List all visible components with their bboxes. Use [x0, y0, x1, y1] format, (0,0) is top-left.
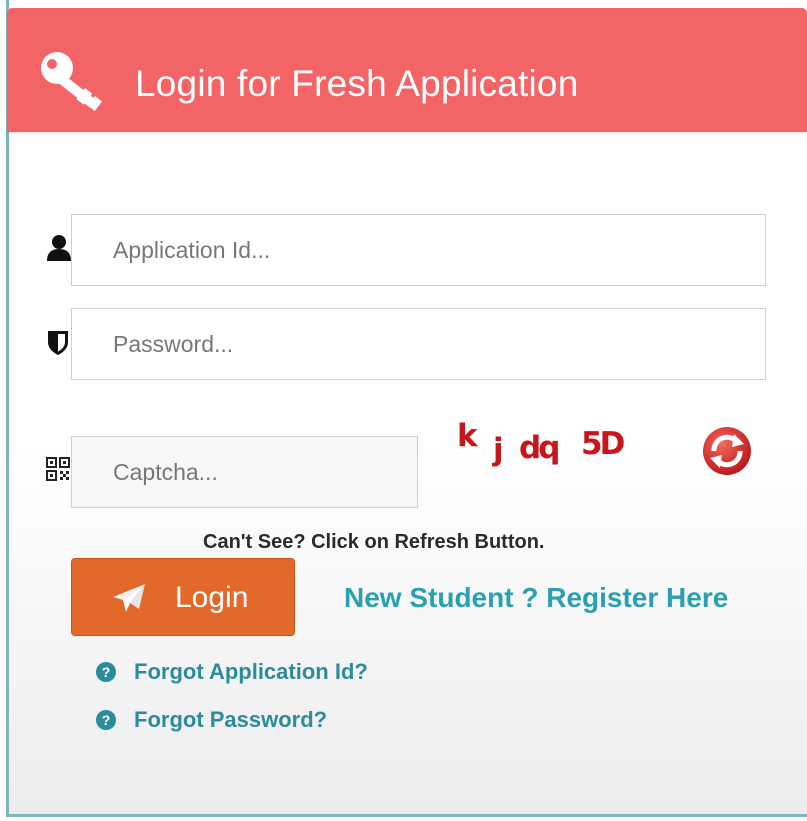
forgot-application-id-label: Forgot Application Id?	[134, 659, 368, 684]
user-icon	[47, 235, 71, 261]
qrcode-icon	[46, 457, 70, 481]
captcha-input[interactable]	[71, 436, 418, 508]
captcha-char: k	[457, 418, 478, 454]
application-id-input[interactable]	[71, 214, 766, 286]
register-link[interactable]: New Student ? Register Here	[344, 582, 728, 614]
shield-icon	[48, 331, 68, 355]
captcha-char: dq	[519, 430, 560, 466]
forgot-password-link[interactable]: ? Forgot Password?	[96, 707, 327, 733]
paper-plane-icon	[113, 584, 145, 612]
question-circle-icon: ?	[96, 710, 116, 730]
login-button-label: Login	[175, 581, 249, 614]
captcha-hint: Can't See? Click on Refresh Button.	[203, 531, 545, 553]
captcha-char: j	[493, 432, 504, 468]
password-input[interactable]	[71, 308, 766, 380]
refresh-icon[interactable]	[700, 422, 754, 478]
forgot-password-label: Forgot Password?	[134, 707, 328, 732]
question-circle-icon: ?	[96, 662, 116, 682]
forgot-application-id-link[interactable]: ? Forgot Application Id?	[96, 659, 368, 685]
login-header: Login for Fresh Application	[7, 8, 807, 132]
key-icon	[41, 52, 103, 111]
captcha-char: 5D	[581, 426, 625, 462]
page-title: Login for Fresh Application	[135, 63, 579, 104]
login-button[interactable]: Login	[71, 558, 295, 636]
